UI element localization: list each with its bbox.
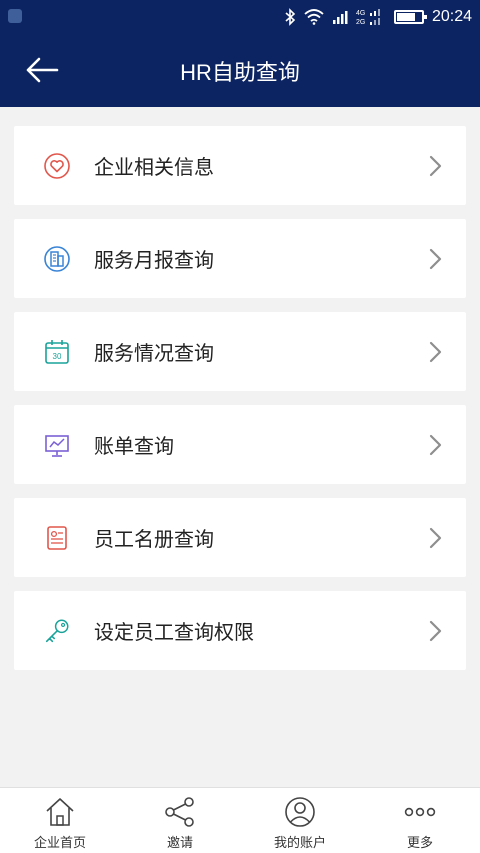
menu-item-label: 服务情况查询 <box>94 341 214 365</box>
back-button[interactable] <box>20 52 64 88</box>
menu-item-company-info[interactable]: 企业相关信息 <box>14 126 466 205</box>
bluetooth-icon <box>285 8 296 26</box>
menu-list: 企业相关信息 服务月报查询 30 服务情况查询 账单查询 员工名册查询 设定员工… <box>14 126 466 684</box>
menu-item-label: 设定员工查询权限 <box>94 620 254 644</box>
svg-text:4G: 4G <box>356 10 365 17</box>
menu-item-label: 企业相关信息 <box>94 155 214 179</box>
dual-signal-icon: 4G 2G <box>356 9 380 26</box>
chevron-right-icon <box>429 434 442 456</box>
id-card-icon <box>43 524 71 552</box>
share-icon <box>163 796 197 828</box>
notification-icon <box>8 9 22 23</box>
chevron-right-icon <box>429 155 442 177</box>
page-title: HR自助查询 <box>180 59 300 85</box>
battery-icon <box>393 10 427 24</box>
nav-label: 更多 <box>406 836 433 851</box>
chevron-right-icon <box>429 620 442 642</box>
home-icon <box>44 796 76 828</box>
nav-label: 我的账户 <box>273 836 326 851</box>
more-dots-icon <box>403 796 437 828</box>
status-time: 20:24 <box>431 8 472 25</box>
signal-icon <box>332 11 348 24</box>
app-bar: HR自助查询 <box>0 34 480 107</box>
wifi-icon <box>304 9 324 25</box>
menu-item-employee-roster[interactable]: 员工名册查询 <box>14 498 466 577</box>
nav-label: 企业首页 <box>33 836 86 851</box>
menu-item-label: 服务月报查询 <box>94 248 214 272</box>
menu-item-label: 账单查询 <box>94 434 174 458</box>
arrow-left-icon <box>26 57 59 83</box>
menu-item-label: 员工名册查询 <box>94 527 214 551</box>
nav-item-account[interactable]: 我的账户 <box>240 788 360 853</box>
nav-item-invite[interactable]: 邀请 <box>120 788 240 853</box>
nav-item-home[interactable]: 企业首页 <box>0 788 120 853</box>
key-icon <box>43 617 71 645</box>
menu-item-query-permission[interactable]: 设定员工查询权限 <box>14 591 466 670</box>
status-bar: 4G 2G 20:24 <box>0 0 480 34</box>
building-report-icon <box>43 245 71 273</box>
menu-item-monthly-report[interactable]: 服务月报查询 <box>14 219 466 298</box>
chevron-right-icon <box>429 341 442 363</box>
calendar-icon: 30 <box>43 338 71 366</box>
menu-item-billing[interactable]: 账单查询 <box>14 405 466 484</box>
svg-text:30: 30 <box>53 352 62 361</box>
bottom-nav: 企业首页 邀请 我的账户 更多 <box>0 787 480 853</box>
chevron-right-icon <box>429 527 442 549</box>
heart-circle-icon <box>43 152 71 180</box>
nav-label: 邀请 <box>166 836 193 851</box>
status-icons: 4G 2G 20:24 <box>284 0 472 34</box>
user-circle-icon <box>284 796 316 828</box>
menu-item-service-status[interactable]: 30 服务情况查询 <box>14 312 466 391</box>
svg-text:2G: 2G <box>356 19 365 26</box>
chevron-right-icon <box>429 248 442 270</box>
nav-item-more[interactable]: 更多 <box>360 788 480 853</box>
chart-board-icon <box>43 431 71 459</box>
